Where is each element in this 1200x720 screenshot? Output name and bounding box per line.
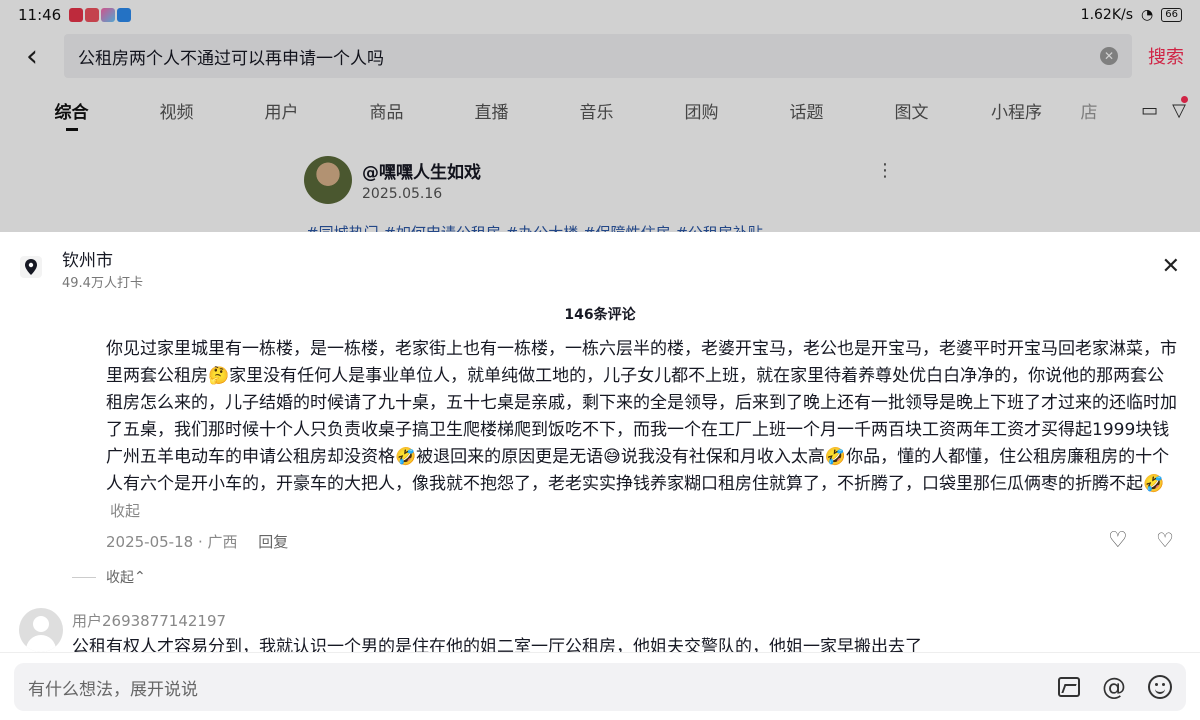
location-pin-icon	[20, 256, 42, 278]
reply-comment-text: 你见过家里城里有一栋楼，是一栋楼，老家街上也有一栋楼，一栋六层半的楼，老婆开宝马…	[106, 336, 1178, 525]
comment-sheet: 钦州市 49.4万人打卡 ✕ 146条评论 你见过家里城里有一栋楼，是一栋楼，老…	[0, 232, 1200, 720]
reply-region: 广西	[207, 533, 238, 551]
divider	[72, 576, 96, 578]
reply-text-part: 说我没有社保和月收入太高	[620, 447, 825, 467]
reply-date: 2025-05-18	[106, 533, 194, 551]
comment-username[interactable]: 用户2693877142197	[72, 610, 226, 631]
reply-meta: 2025-05-18 · 广西 回复	[106, 533, 289, 551]
location-checkins: 49.4万人打卡	[62, 276, 143, 291]
at-mention-icon[interactable]: @	[1102, 675, 1126, 699]
laughing-emoji-icon: 🤣	[824, 447, 847, 467]
fold-replies-button[interactable]: 收起 ⌃	[72, 567, 146, 587]
location-name[interactable]: 钦州市	[62, 246, 113, 271]
comment-text: 公租有权人才容易分到，我就认识一个男的是住在他的姐二室一厅公租房，他姐夫交警队的…	[72, 637, 922, 652]
laughing-emoji-icon: 🤣	[1143, 474, 1165, 494]
input-tools: @	[1058, 675, 1172, 699]
background-page: 11:46 1.62K/s ◔ 66 ‹ 公租房两个人不通过可以再申请一个人吗 …	[0, 0, 1200, 232]
overlay-dim[interactable]	[0, 0, 1200, 232]
broken-heart-icon[interactable]: ♡	[1156, 528, 1174, 552]
comment-placeholder: 有什么想法，展开说说	[28, 679, 198, 700]
reply-button[interactable]: 回复	[258, 533, 288, 551]
fold-label: 收起	[106, 570, 134, 586]
reply-text-part: 被退回来的原因更是无语	[416, 447, 604, 467]
image-icon[interactable]	[1058, 677, 1080, 697]
chevron-up-icon: ⌃	[134, 569, 146, 585]
sweat-emoji-icon: 😅	[603, 447, 621, 467]
comment-count: 146条评论	[564, 307, 636, 323]
collapse-text-button[interactable]: 收起	[110, 502, 140, 520]
avatar[interactable]	[19, 608, 63, 652]
thinking-emoji-icon: 🤔	[208, 366, 230, 386]
comment-input[interactable]: 有什么想法，展开说说 @	[14, 663, 1186, 711]
heart-icon[interactable]: ♡	[1108, 528, 1128, 553]
close-icon[interactable]: ✕	[1162, 254, 1180, 279]
emoji-icon[interactable]	[1148, 675, 1172, 699]
comment-input-bar: 有什么想法，展开说说 @	[0, 652, 1200, 720]
laughing-emoji-icon: 🤣	[395, 447, 417, 467]
